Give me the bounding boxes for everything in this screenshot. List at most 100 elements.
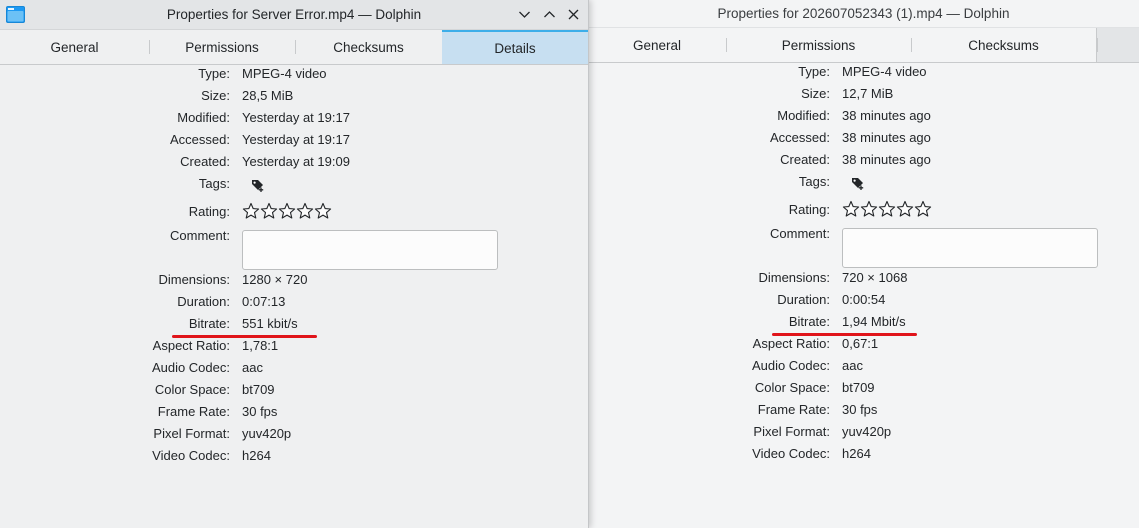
rating-stars[interactable] <box>242 202 332 223</box>
field-modified-label: Modified: <box>177 110 230 125</box>
star-icon[interactable] <box>314 202 332 223</box>
field-size-value[interactable]: 12,7 MiB <box>842 83 893 105</box>
field-video-codec-label: Video Codec: <box>752 446 830 461</box>
front-titlebar[interactable]: Properties for Server Error.mp4 — Dolphi… <box>0 0 588 29</box>
star-icon[interactable] <box>842 200 860 221</box>
back-tab-permissions[interactable]: Permissions <box>726 28 911 62</box>
tab-label: Checksums <box>333 39 404 55</box>
star-icon[interactable] <box>260 202 278 223</box>
field-size-label: Size: <box>201 88 230 103</box>
field-color-space-value[interactable]: bt709 <box>242 379 275 401</box>
field-created-value[interactable]: Yesterday at 19:09 <box>242 151 350 173</box>
field-video-codec-label: Video Codec: <box>152 448 230 463</box>
field-audio-codec-label: Audio Codec: <box>751 358 830 373</box>
field-type-value[interactable]: MPEG-4 video <box>842 61 927 83</box>
field-aspect-ratio-label: Aspect Ratio: <box>752 336 830 351</box>
tab-label: Checksums <box>968 37 1039 53</box>
tab-label: Details <box>494 40 536 56</box>
field-accessed-value[interactable]: Yesterday at 19:17 <box>242 129 350 151</box>
field-type-label: Type: <box>798 64 830 79</box>
field-frame-rate-value[interactable]: 30 fps <box>242 401 277 423</box>
field-aspect-ratio-value[interactable]: 1,78:1 <box>242 335 278 357</box>
field-video-codec-value[interactable]: h264 <box>242 445 271 467</box>
chevron-down-icon[interactable] <box>516 6 533 23</box>
front-window-title: Properties for Server Error.mp4 — Dolphi… <box>166 7 422 22</box>
field-duration-label: Duration: <box>177 294 230 309</box>
field-size-label: Size: <box>801 86 830 101</box>
field-type-value[interactable]: MPEG-4 video <box>242 63 327 85</box>
field-modified-label: Modified: <box>777 108 830 123</box>
comment-field[interactable] <box>242 230 498 270</box>
add-tag-icon[interactable] <box>251 179 265 193</box>
field-accessed-label: Accessed: <box>170 132 230 147</box>
field-type-label: Type: <box>198 66 230 81</box>
field-pixel-format-value[interactable]: yuv420p <box>242 423 291 445</box>
tags-label: Tags: <box>198 176 230 191</box>
field-bitrate-value[interactable]: 551 kbit/s <box>242 313 298 335</box>
field-color-space-label: Color Space: <box>754 380 830 395</box>
field-created-value[interactable]: 38 minutes ago <box>842 149 931 171</box>
field-modified-value[interactable]: Yesterday at 19:17 <box>242 107 350 129</box>
back-tab-bar: General Permissions Checksums <box>588 27 1139 63</box>
star-icon[interactable] <box>878 200 896 221</box>
star-icon[interactable] <box>896 200 914 221</box>
field-pixel-format-label: Pixel Format: <box>753 424 830 439</box>
field-bitrate-label: Bitrate: <box>188 316 230 331</box>
tab-label: General <box>50 39 99 55</box>
field-bitrate-label: Bitrate: <box>788 314 830 329</box>
tab-details[interactable]: Details <box>442 30 588 64</box>
star-icon[interactable] <box>860 200 878 221</box>
field-modified-value[interactable]: 38 minutes ago <box>842 105 931 127</box>
field-video-codec-value[interactable]: h264 <box>842 443 871 465</box>
front-tab-bar: General Permissions Checksums Details <box>0 29 588 65</box>
field-frame-rate-label: Frame Rate: <box>757 402 830 417</box>
rating-label: Rating: <box>188 204 230 219</box>
star-icon[interactable] <box>242 202 260 223</box>
add-tag-icon[interactable] <box>851 177 865 191</box>
tab-checksums[interactable]: Checksums <box>295 30 442 64</box>
field-frame-rate-label: Frame Rate: <box>157 404 230 419</box>
field-dimensions-value[interactable]: 720 × 1068 <box>842 267 907 289</box>
tab-general[interactable]: General <box>0 30 149 64</box>
tags-label: Tags: <box>798 174 830 189</box>
field-duration-value[interactable]: 0:07:13 <box>242 291 285 313</box>
back-tab-checksums[interactable]: Checksums <box>911 28 1096 62</box>
folder-icon[interactable] <box>6 6 25 23</box>
field-duration-value[interactable]: 0:00:54 <box>842 289 885 311</box>
tab-permissions[interactable]: Permissions <box>149 30 295 64</box>
tab-label: Permissions <box>781 37 856 53</box>
field-audio-codec-label: Audio Codec: <box>151 360 230 375</box>
back-tab-general[interactable]: General <box>588 28 726 62</box>
field-color-space-value[interactable]: bt709 <box>842 377 875 399</box>
field-pixel-format-value[interactable]: yuv420p <box>842 421 891 443</box>
close-icon[interactable] <box>565 6 582 23</box>
field-accessed-label: Accessed: <box>770 130 830 145</box>
rating-label: Rating: <box>788 202 830 217</box>
chevron-up-icon[interactable] <box>541 6 558 23</box>
field-duration-label: Duration: <box>777 292 830 307</box>
field-created-label: Created: <box>180 154 230 169</box>
back-window-title: Properties for 202607052343 (1).mp4 — Do… <box>717 6 1010 21</box>
star-icon[interactable] <box>278 202 296 223</box>
comment-label: Comment: <box>770 226 830 241</box>
field-frame-rate-value[interactable]: 30 fps <box>842 399 877 421</box>
front-properties-window: Properties for Server Error.mp4 — Dolphi… <box>0 0 589 528</box>
field-size-value[interactable]: 28,5 MiB <box>242 85 293 107</box>
tab-label: General <box>632 37 682 53</box>
back-properties-window: Properties for 202607052343 (1).mp4 — Do… <box>588 0 1139 528</box>
back-tab-details[interactable] <box>1096 28 1139 62</box>
tab-label: Permissions <box>185 39 259 55</box>
rating-stars[interactable] <box>842 200 932 221</box>
comment-field[interactable] <box>842 228 1098 268</box>
field-audio-codec-value[interactable]: aac <box>242 357 263 379</box>
field-bitrate-value[interactable]: 1,94 Mbit/s <box>842 311 906 333</box>
field-audio-codec-value[interactable]: aac <box>842 355 863 377</box>
star-icon[interactable] <box>914 200 932 221</box>
back-titlebar[interactable]: Properties for 202607052343 (1).mp4 — Do… <box>588 0 1139 27</box>
field-accessed-value[interactable]: 38 minutes ago <box>842 127 931 149</box>
star-icon[interactable] <box>296 202 314 223</box>
field-created-label: Created: <box>780 152 830 167</box>
field-dimensions-value[interactable]: 1280 × 720 <box>242 269 307 291</box>
field-pixel-format-label: Pixel Format: <box>153 426 230 441</box>
field-aspect-ratio-value[interactable]: 0,67:1 <box>842 333 878 355</box>
